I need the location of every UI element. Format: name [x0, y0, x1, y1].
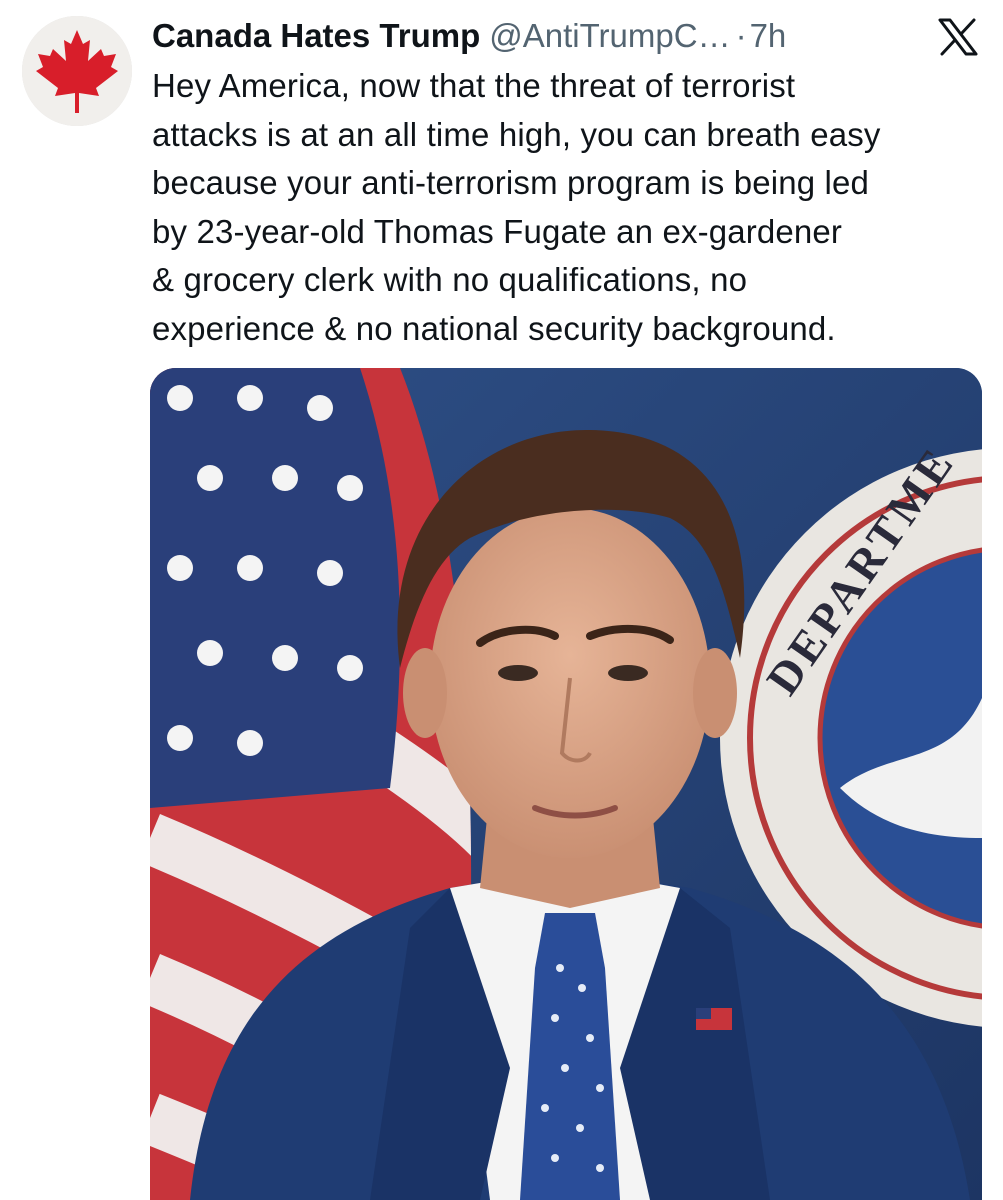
tweet-photo[interactable]: DEPARTME	[150, 368, 982, 1200]
separator-dot: ·	[735, 17, 747, 54]
avatar[interactable]	[22, 16, 132, 126]
maple-leaf-icon	[22, 16, 132, 126]
tweet-header: Canada Hates Trump @AntiTrumpC… · 7h	[152, 14, 786, 58]
display-name[interactable]: Canada Hates Trump	[152, 14, 480, 58]
timestamp[interactable]: 7h	[750, 14, 787, 58]
user-handle[interactable]: @AntiTrumpC…	[489, 14, 730, 58]
tweet-text: Hey America, now that the threat of terr…	[152, 67, 881, 347]
x-logo-icon	[938, 18, 978, 56]
